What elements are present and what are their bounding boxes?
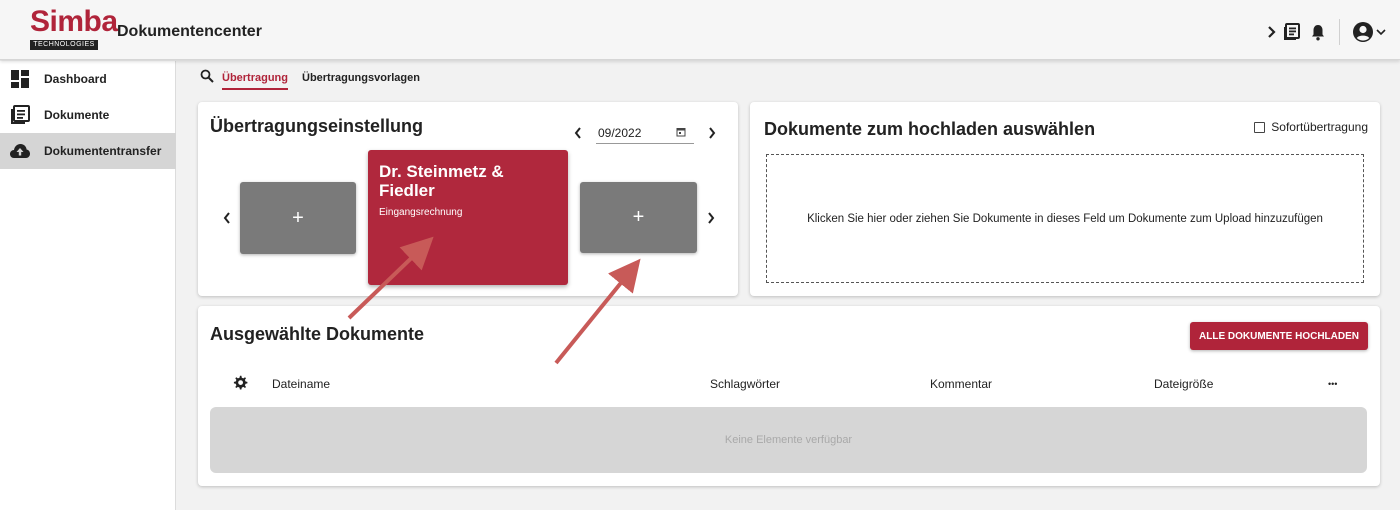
simba-logo[interactable]: Simba TECHNOLOGIES bbox=[30, 5, 118, 51]
header-actions bbox=[1261, 19, 1386, 45]
document-icon bbox=[9, 104, 31, 126]
sidebar-item-dokumententransfer[interactable]: Dokumententransfer bbox=[0, 133, 176, 169]
transfer-template-tile[interactable]: Dr. Steinmetz & Fiedler Eingangsrechnung bbox=[368, 150, 568, 285]
dropzone-text: Klicken Sie hier oder ziehen Sie Dokumen… bbox=[807, 212, 1323, 225]
transfer-settings-card: Übertragungseinstellung 09/2022 + Dr. St… bbox=[198, 102, 738, 296]
add-tile-button[interactable]: + bbox=[580, 182, 697, 253]
sidebar-item-dokumente[interactable]: Dokumente bbox=[0, 97, 176, 133]
add-tile-button[interactable]: + bbox=[240, 182, 356, 254]
tile-client-name: Dr. Steinmetz & Fiedler bbox=[379, 162, 504, 200]
cloud-upload-icon bbox=[9, 140, 31, 162]
tile-document-type: Eingangsrechnung bbox=[379, 207, 463, 218]
tab-bar: Übertragung Übertragungsvorlagen bbox=[200, 68, 434, 92]
logo-wordmark: Simba bbox=[30, 5, 118, 38]
header-divider bbox=[1339, 19, 1340, 45]
column-header-tags[interactable]: Schlagwörter bbox=[710, 377, 780, 391]
month-value: 09/2022 bbox=[598, 125, 642, 140]
app-header: Simba TECHNOLOGIES Dokumentencenter bbox=[0, 0, 1400, 60]
account-circle-icon[interactable] bbox=[1352, 21, 1374, 43]
more-options-icon[interactable]: ••• bbox=[1328, 379, 1337, 389]
upload-card-title: Dokumente zum hochladen auswählen bbox=[764, 119, 1096, 139]
instant-transfer-checkbox[interactable]: Sofortübertragung bbox=[1254, 120, 1368, 134]
bell-icon[interactable] bbox=[1311, 24, 1325, 41]
logo-tagline: TECHNOLOGIES bbox=[30, 40, 98, 50]
gear-icon[interactable] bbox=[232, 375, 248, 394]
column-header-comment[interactable]: Kommentar bbox=[930, 377, 992, 391]
transfer-settings-title: Übertragungseinstellung bbox=[210, 116, 424, 136]
upload-dropzone[interactable]: Klicken Sie hier oder ziehen Sie Dokumen… bbox=[766, 154, 1364, 283]
empty-table-text: Keine Elemente verfügbar bbox=[724, 434, 853, 446]
chevron-left-icon[interactable] bbox=[570, 125, 586, 141]
carousel-prev-icon[interactable] bbox=[219, 210, 235, 226]
app-title: Dokumentencenter bbox=[117, 23, 262, 40]
tab-uebertragungsvorlagen[interactable]: Übertragungsvorlagen bbox=[302, 68, 420, 84]
document-list-icon[interactable] bbox=[1283, 23, 1301, 41]
carousel-next-icon[interactable] bbox=[703, 210, 719, 226]
upload-all-button[interactable]: ALLE DOKUMENTE HOCHLADEN bbox=[1190, 322, 1368, 350]
sidebar: Dashboard Dokumente Dokumententransfer bbox=[0, 61, 176, 510]
table-header: Dateiname Schlagwörter Kommentar Dateigr… bbox=[228, 374, 1364, 394]
tab-uebertragung[interactable]: Übertragung bbox=[222, 68, 288, 90]
sidebar-item-label: Dashboard bbox=[44, 72, 107, 86]
selected-documents-title: Ausgewählte Dokumente bbox=[210, 324, 425, 344]
chevron-right-icon[interactable] bbox=[704, 125, 720, 141]
column-header-filename[interactable]: Dateiname bbox=[272, 377, 330, 391]
month-picker: 09/2022 bbox=[570, 122, 720, 144]
search-icon[interactable] bbox=[200, 69, 214, 88]
sidebar-item-dashboard[interactable]: Dashboard bbox=[0, 61, 176, 97]
sidebar-item-label: Dokumente bbox=[44, 108, 110, 122]
empty-table-row: Keine Elemente verfügbar bbox=[210, 407, 1367, 473]
chevron-right-icon[interactable] bbox=[1267, 25, 1277, 39]
dashboard-icon bbox=[9, 68, 31, 90]
selected-documents-card: Ausgewählte Dokumente ALLE DOKUMENTE HOC… bbox=[198, 306, 1380, 486]
column-header-size[interactable]: Dateigröße bbox=[1154, 377, 1213, 391]
calendar-icon[interactable] bbox=[676, 126, 686, 140]
checkbox-icon bbox=[1254, 121, 1266, 133]
upload-card: Dokumente zum hochladen auswählen Sofort… bbox=[750, 102, 1380, 296]
month-input[interactable]: 09/2022 bbox=[596, 122, 694, 144]
chevron-down-icon[interactable] bbox=[1376, 28, 1386, 36]
sidebar-item-label: Dokumententransfer bbox=[44, 144, 162, 158]
instant-transfer-label: Sofortübertragung bbox=[1271, 120, 1368, 134]
